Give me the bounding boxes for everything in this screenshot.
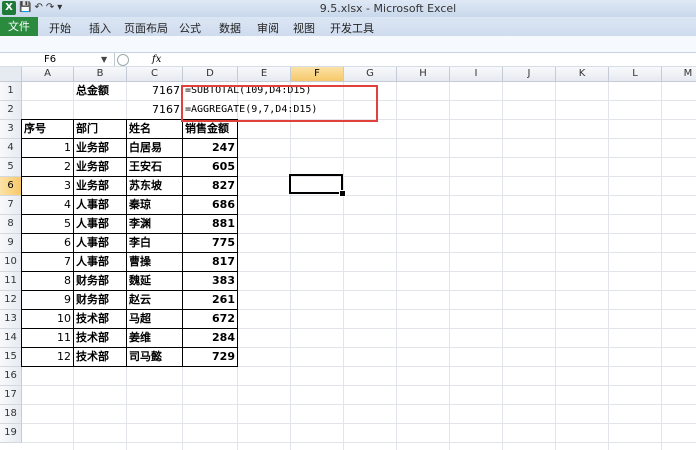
column-header-j[interactable]: J <box>503 67 556 82</box>
name-box-value: F6 <box>44 54 57 65</box>
column-header-g[interactable]: G <box>344 67 397 82</box>
column-header-d[interactable]: D <box>183 67 238 82</box>
chevron-down-icon[interactable]: ▼ <box>101 53 107 66</box>
table-border <box>21 252 238 253</box>
table-border <box>21 328 238 329</box>
formula-highlight-box <box>181 85 378 122</box>
tab-data[interactable]: 数据 <box>219 20 241 36</box>
row-header-8[interactable]: 8 <box>0 215 22 234</box>
column-header-h[interactable]: H <box>397 67 450 82</box>
tab-file[interactable]: 文件 <box>0 17 38 36</box>
summary-label-cell[interactable]: 总金额 <box>74 82 129 100</box>
gridline <box>22 404 696 405</box>
window-title: 9.5.xlsx - Microsoft Excel <box>319 2 457 15</box>
gridline <box>22 423 696 424</box>
table-border <box>21 233 238 234</box>
table-border <box>21 176 238 177</box>
column-header-e[interactable]: E <box>238 67 291 82</box>
fill-handle[interactable] <box>339 190 346 197</box>
row-header-19[interactable]: 19 <box>0 424 22 443</box>
row-header-11[interactable]: 11 <box>0 272 22 291</box>
name-box[interactable]: F6 ▼ <box>0 53 115 66</box>
row-header-3[interactable]: 3 <box>0 120 22 139</box>
column-header-m[interactable]: M <box>662 67 696 82</box>
row-header-12[interactable]: 12 <box>0 291 22 310</box>
column-header-l[interactable]: L <box>609 67 662 82</box>
row-header-4[interactable]: 4 <box>0 139 22 158</box>
column-header-b[interactable]: B <box>74 67 127 82</box>
column-header-f[interactable]: F <box>291 67 344 82</box>
table-border <box>21 347 238 348</box>
tab-view[interactable]: 视图 <box>293 20 315 36</box>
cancel-icon[interactable] <box>117 54 129 66</box>
active-cell-selection[interactable] <box>289 174 343 194</box>
tab-developer[interactable]: 开发工具 <box>330 20 374 36</box>
row-header-2[interactable]: 2 <box>0 101 22 120</box>
column-header-a[interactable]: A <box>22 67 74 82</box>
row-header-6[interactable]: 6 <box>0 177 22 196</box>
ribbon-tabs: 文件 开始 插入 页面布局 公式 数据 审阅 视图 开发工具 <box>0 17 696 37</box>
table-border <box>21 290 238 291</box>
row-header-5[interactable]: 5 <box>0 158 22 177</box>
gridline <box>22 442 696 443</box>
formula-bar: F6 ▼ fx <box>0 53 696 67</box>
title-bar: X 💾 ↶ ↷ ▾ 9.5.xlsx - Microsoft Excel <box>0 0 696 17</box>
tab-formulas[interactable]: 公式 <box>179 20 201 36</box>
tab-home[interactable]: 开始 <box>49 20 71 36</box>
row-header-10[interactable]: 10 <box>0 253 22 272</box>
row-header-13[interactable]: 13 <box>0 310 22 329</box>
tab-review[interactable]: 审阅 <box>257 20 279 36</box>
tab-insert[interactable]: 插入 <box>89 20 111 36</box>
table-border <box>21 195 238 196</box>
tab-page-layout[interactable]: 页面布局 <box>124 20 168 36</box>
row-header-7[interactable]: 7 <box>0 196 22 215</box>
select-all-corner[interactable] <box>0 67 22 82</box>
table-border <box>21 214 238 215</box>
row-header-16[interactable]: 16 <box>0 367 22 386</box>
table-border <box>21 271 238 272</box>
summary-value-cell[interactable]: 7167 <box>127 82 183 100</box>
row-header-9[interactable]: 9 <box>0 234 22 253</box>
row-header-18[interactable]: 18 <box>0 405 22 424</box>
row-header-1[interactable]: 1 <box>0 82 22 101</box>
row-header-15[interactable]: 15 <box>0 348 22 367</box>
column-header-c[interactable]: C <box>127 67 183 82</box>
column-header-i[interactable]: I <box>450 67 503 82</box>
row-header-17[interactable]: 17 <box>0 386 22 405</box>
ribbon-area <box>0 36 696 53</box>
column-header-k[interactable]: K <box>556 67 609 82</box>
table-border <box>21 157 238 158</box>
insert-function-button[interactable]: fx <box>152 53 161 66</box>
table-border <box>21 138 238 139</box>
table-border <box>21 309 238 310</box>
row-header-14[interactable]: 14 <box>0 329 22 348</box>
gridline <box>22 385 696 386</box>
summary-value-cell[interactable]: 7167 <box>127 101 183 119</box>
